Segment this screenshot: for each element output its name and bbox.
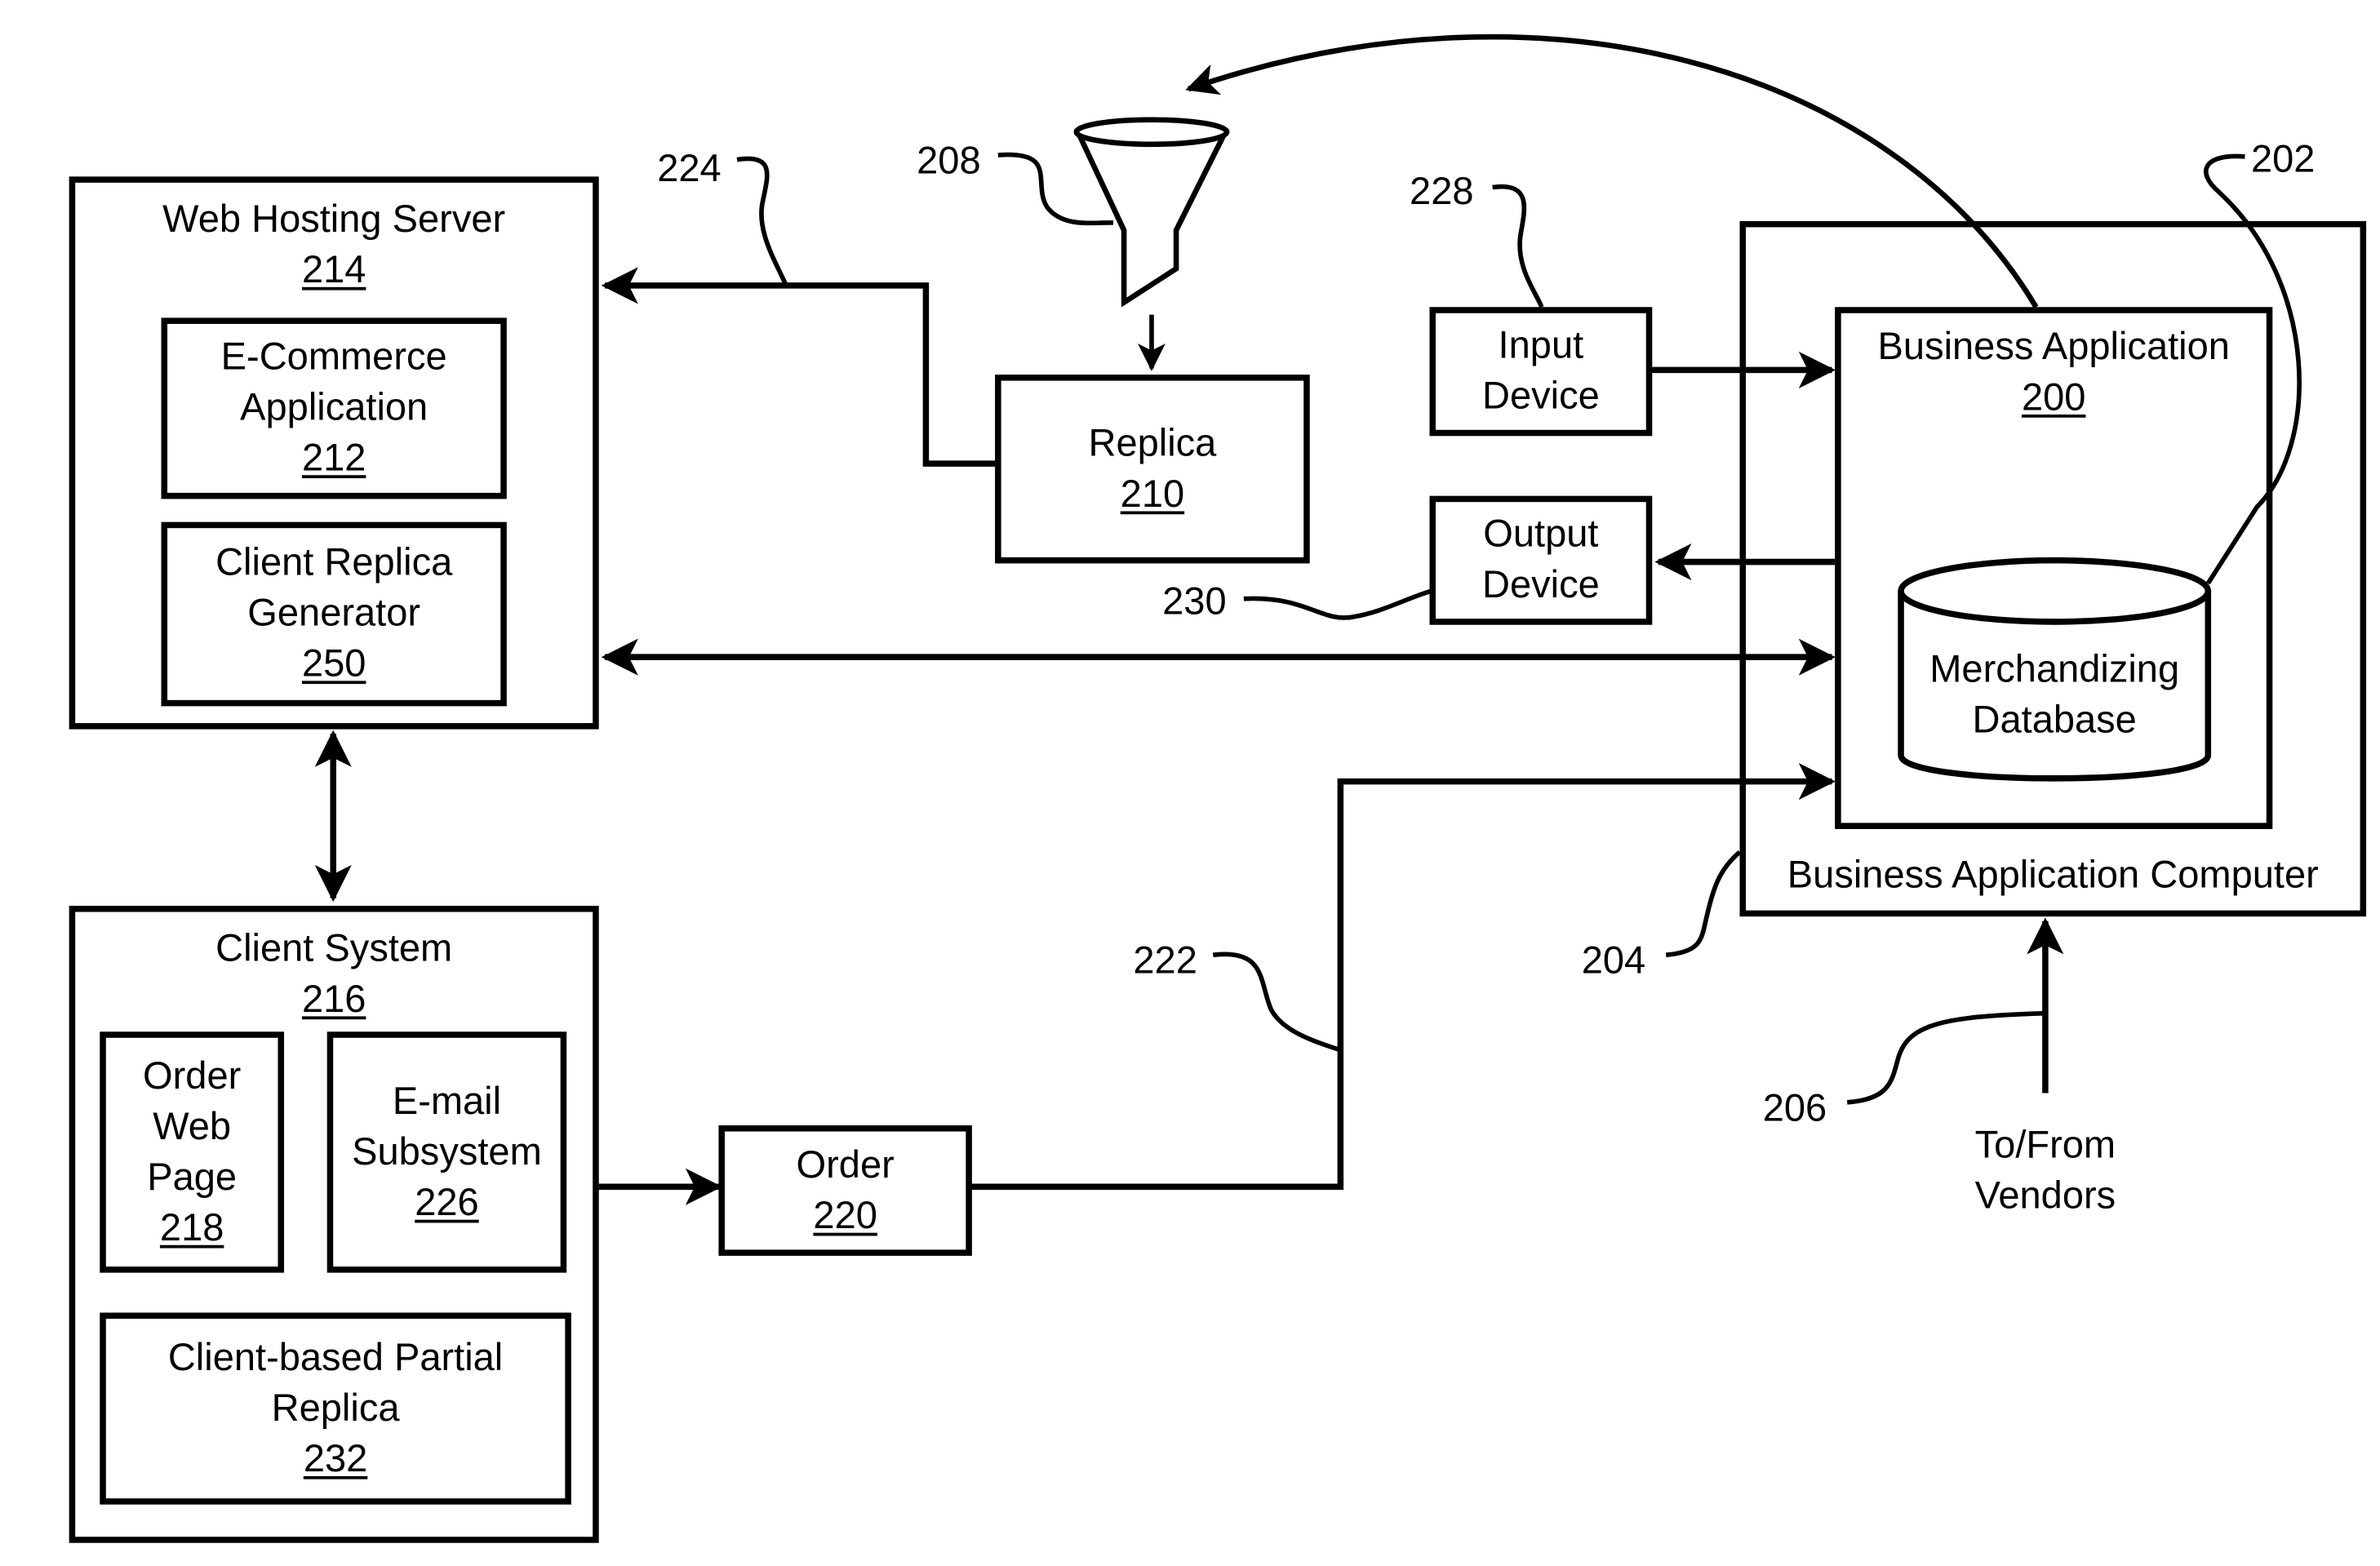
ref-208: 208 — [917, 140, 981, 183]
email-subsystem-number: 226 — [415, 1180, 479, 1224]
order-box: Order 220 — [718, 1125, 972, 1256]
ecommerce-application-title-1: E-Commerce — [220, 335, 447, 379]
client-replica-generator-number: 250 — [301, 642, 366, 686]
ref-224: 224 — [657, 147, 722, 191]
client-system-title: Client System — [215, 927, 453, 970]
merchandizing-database-title-1: Merchandizing — [1929, 647, 2180, 691]
web-hosting-server-title: Web Hosting Server — [162, 197, 506, 242]
business-application-box: Business Application 200 — [1835, 307, 2273, 829]
client-partial-replica-box: Client-based Partial Replica 232 — [100, 1312, 571, 1505]
client-replica-generator-title-2: Generator — [247, 592, 421, 635]
email-subsystem-box: E-mail Subsystem 226 — [326, 1031, 567, 1273]
order-web-page-title-3: Page — [147, 1155, 238, 1199]
vendors-title-1: To/From — [1974, 1124, 2116, 1167]
ref-222: 222 — [1133, 939, 1197, 983]
leader-228 — [1492, 184, 1544, 308]
email-subsystem-title-2: Subsystem — [352, 1129, 542, 1173]
output-device-box: Output Device — [1429, 495, 1653, 625]
diagram-canvas: Web Hosting Server 214 E-Commerce Applic… — [0, 0, 2380, 1566]
ref-230: 230 — [1162, 580, 1227, 623]
ref-228: 228 — [1410, 170, 1474, 214]
ecommerce-application-number: 212 — [301, 437, 366, 480]
leader-230 — [1243, 588, 1432, 620]
replica-number: 210 — [1120, 472, 1185, 516]
business-application-title: Business Application — [1877, 325, 2230, 369]
replica-box: Replica 210 — [995, 375, 1310, 564]
order-number: 220 — [813, 1193, 877, 1237]
ref-202: 202 — [2250, 138, 2316, 181]
client-replica-generator-box: Client Replica Generator 250 — [161, 521, 507, 707]
client-replica-generator-title-1: Client Replica — [215, 541, 453, 584]
business-application-computer-title: Business Application Computer — [1787, 854, 2319, 897]
order-to-app-connector — [970, 763, 1836, 1191]
merchandizing-database-label: Merchandizing Database — [1901, 645, 2208, 746]
client-partial-replica-title-2: Replica — [271, 1386, 400, 1430]
order-title: Order — [796, 1142, 895, 1187]
input-device-title-2: Device — [1481, 375, 1600, 418]
output-device-title-2: Device — [1481, 563, 1600, 607]
client-partial-replica-title-1: Client-based Partial — [167, 1335, 504, 1379]
ref-206: 206 — [1762, 1086, 1827, 1130]
vendors-title-2: Vendors — [1974, 1174, 2116, 1218]
vendors-label: To/From Vendors — [1938, 1120, 2152, 1222]
leader-224 — [736, 156, 788, 287]
leader-222 — [1212, 952, 1342, 1053]
order-web-page-title-2: Web — [153, 1104, 232, 1148]
leader-204 — [1665, 850, 1742, 957]
client-partial-replica-number: 232 — [303, 1436, 368, 1480]
order-web-page-title-1: Order — [143, 1054, 242, 1098]
replica-title: Replica — [1088, 421, 1217, 465]
web-hosting-server-number: 214 — [301, 248, 366, 292]
ecommerce-application-title-2: Application — [240, 386, 428, 429]
merchandizing-database-title-2: Database — [1972, 698, 2137, 742]
funnel-icon — [1073, 117, 1230, 308]
ecommerce-application-box: E-Commerce Application 212 — [161, 317, 507, 499]
input-device-box: Input Device — [1429, 307, 1653, 437]
output-device-title-1: Output — [1483, 512, 1599, 557]
order-web-page-number: 218 — [159, 1205, 224, 1249]
email-subsystem-title-1: E-mail — [392, 1079, 502, 1123]
business-application-number: 200 — [2021, 375, 2086, 419]
input-device-title-1: Input — [1498, 323, 1584, 367]
order-web-page-box: Order Web Page 218 — [100, 1031, 285, 1273]
leader-206 — [1846, 1010, 2045, 1105]
ref-204: 204 — [1581, 939, 1646, 983]
client-system-number: 216 — [301, 978, 366, 1022]
replica-to-server-connector — [601, 267, 996, 467]
